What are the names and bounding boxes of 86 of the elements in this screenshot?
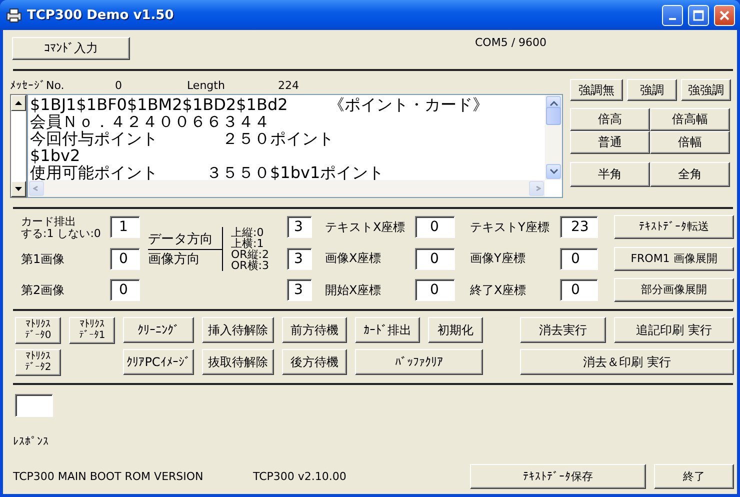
direction-option: 上横:1 bbox=[231, 238, 270, 248]
version-label: TCP300 MAIN BOOT ROM VERSION bbox=[13, 470, 204, 483]
scroll-bar[interactable] bbox=[10, 94, 27, 198]
field-label: テキストX座標 bbox=[325, 218, 406, 236]
command-button[interactable]: 前方待機 bbox=[282, 317, 347, 343]
message-line: $1BJ1$1BF0$1BM2$1BD2$1Bd2 《ポイント・カード》 bbox=[30, 96, 490, 113]
number-field[interactable]: 3 bbox=[287, 248, 312, 270]
command-input-button[interactable]: ｺﾏﾝﾄﾞ入力 bbox=[12, 37, 130, 60]
command-button[interactable]: ﾏﾄﾘｸｽﾃﾞｰﾀ0 bbox=[15, 317, 61, 344]
close-button[interactable] bbox=[714, 4, 735, 26]
size-button[interactable]: 倍幅 bbox=[650, 131, 730, 154]
command-button[interactable]: 追記印刷 実行 bbox=[614, 317, 734, 343]
number-field[interactable]: 23 bbox=[560, 216, 598, 238]
command-button[interactable]: 挿入待解除 bbox=[202, 317, 274, 343]
field-label: 画像X座標 bbox=[325, 250, 382, 267]
length-value: 224 bbox=[278, 78, 300, 92]
action-button[interactable]: ﾃｷｽﾄﾃﾞｰﾀ転送 bbox=[614, 215, 734, 239]
maximize-button[interactable] bbox=[688, 4, 709, 26]
message-no-value: 0 bbox=[115, 78, 123, 92]
field-label: 画像Y座標 bbox=[470, 250, 526, 267]
command-button[interactable]: 初期化 bbox=[428, 317, 483, 343]
close-icon bbox=[719, 10, 730, 20]
emphasis-button[interactable]: 強調 bbox=[627, 79, 677, 101]
emphasis-button[interactable]: 強調無 bbox=[570, 79, 623, 101]
direction-option: 上縦:0 bbox=[231, 226, 270, 238]
number-field[interactable]: 1 bbox=[110, 216, 140, 238]
direction-option: OR横:3 bbox=[231, 260, 270, 270]
vertical-scroll-bar[interactable] bbox=[545, 95, 562, 180]
command-button[interactable]: 抜取待解除 bbox=[202, 349, 274, 375]
up-chevron-icon[interactable] bbox=[550, 101, 558, 106]
save-button[interactable]: ﾃｷｽﾄﾃﾞｰﾀ保存 bbox=[470, 464, 646, 489]
width-button[interactable]: 全角 bbox=[650, 162, 730, 187]
direction-label: データ方向 bbox=[148, 230, 222, 250]
window-title: TCP300 Demo v1.50 bbox=[27, 8, 175, 22]
field-hint: する:1 しない:0 bbox=[21, 228, 102, 238]
length-label: Length bbox=[187, 78, 226, 92]
number-field[interactable]: 0 bbox=[415, 248, 455, 270]
emphasis-button[interactable]: 強強調 bbox=[681, 79, 731, 101]
number-field[interactable]: 0 bbox=[110, 279, 140, 301]
direction-option: OR縦:2 bbox=[231, 248, 270, 260]
direction-label: 画像方向 bbox=[148, 250, 201, 268]
command-button[interactable]: 後方待機 bbox=[282, 349, 347, 375]
field-label: 開始X座標 bbox=[325, 282, 382, 298]
maximize-icon bbox=[693, 10, 704, 20]
field-label: テキストY座標 bbox=[470, 218, 550, 236]
message-no-label: ﾒｯｾｰｼﾞNo. bbox=[10, 78, 66, 92]
field-label: 第1画像 bbox=[21, 252, 66, 264]
message-line: 会員Ｎｏ．４２４００６６３４４ bbox=[30, 113, 270, 130]
port-label: COM5 / 9600 bbox=[475, 36, 547, 49]
number-field[interactable]: 3 bbox=[287, 279, 312, 301]
version-value: TCP300 v2.10.00 bbox=[253, 470, 348, 483]
command-button[interactable]: ｸﾘｰﾆﾝｸﾞ bbox=[123, 317, 194, 343]
message-line: $1bv2 bbox=[30, 147, 80, 164]
down-arrow-icon[interactable] bbox=[15, 187, 22, 191]
exit-button[interactable]: 終了 bbox=[654, 464, 734, 489]
message-line: 今回付与ポイント ２５０ポイント bbox=[30, 130, 335, 147]
number-field[interactable]: 3 bbox=[287, 216, 312, 238]
scroll-thumb[interactable] bbox=[546, 106, 561, 124]
number-field[interactable]: 0 bbox=[415, 216, 455, 238]
minimize-icon bbox=[669, 18, 676, 20]
command-button[interactable]: ｶｰﾄﾞ排出 bbox=[355, 317, 420, 343]
command-button[interactable]: ﾏﾄﾘｸｽﾃﾞｰﾀ2 bbox=[15, 349, 61, 376]
printer-icon bbox=[6, 7, 22, 23]
number-field[interactable]: 0 bbox=[415, 279, 455, 301]
number-field[interactable]: 0 bbox=[560, 279, 598, 301]
field-label: 終了X座標 bbox=[470, 282, 528, 298]
command-button[interactable]: ﾊﾞｯﾌｧｸﾘｱ bbox=[355, 349, 483, 375]
field-label: カード排出 bbox=[21, 216, 77, 228]
command-button[interactable]: 消去実行 bbox=[520, 317, 606, 343]
up-arrow-icon[interactable] bbox=[15, 101, 22, 105]
minimize-button[interactable] bbox=[662, 4, 683, 26]
field-label: 第2画像 bbox=[21, 284, 66, 296]
down-chevron-icon[interactable] bbox=[550, 169, 558, 174]
command-button[interactable]: ｸﾘｱPCｲﾒｰｼﾞ bbox=[123, 349, 194, 375]
response-field[interactable] bbox=[15, 394, 53, 417]
number-field[interactable]: 0 bbox=[110, 248, 140, 270]
size-button[interactable]: 倍高 bbox=[570, 108, 650, 131]
number-field[interactable]: 0 bbox=[560, 248, 598, 270]
size-button[interactable]: 普通 bbox=[570, 131, 650, 154]
action-button[interactable]: FROM1 画像展開 bbox=[614, 246, 734, 270]
command-button[interactable]: 消去＆印刷 実行 bbox=[520, 349, 734, 375]
action-button[interactable]: 部分画像展開 bbox=[614, 278, 734, 302]
command-button[interactable]: ﾏﾄﾘｸｽﾃﾞｰﾀ1 bbox=[69, 317, 115, 344]
response-label: ﾚｽﾎﾟﾝｽ bbox=[13, 435, 50, 448]
width-button[interactable]: 半角 bbox=[570, 162, 650, 187]
size-button[interactable]: 倍高幅 bbox=[650, 108, 730, 131]
